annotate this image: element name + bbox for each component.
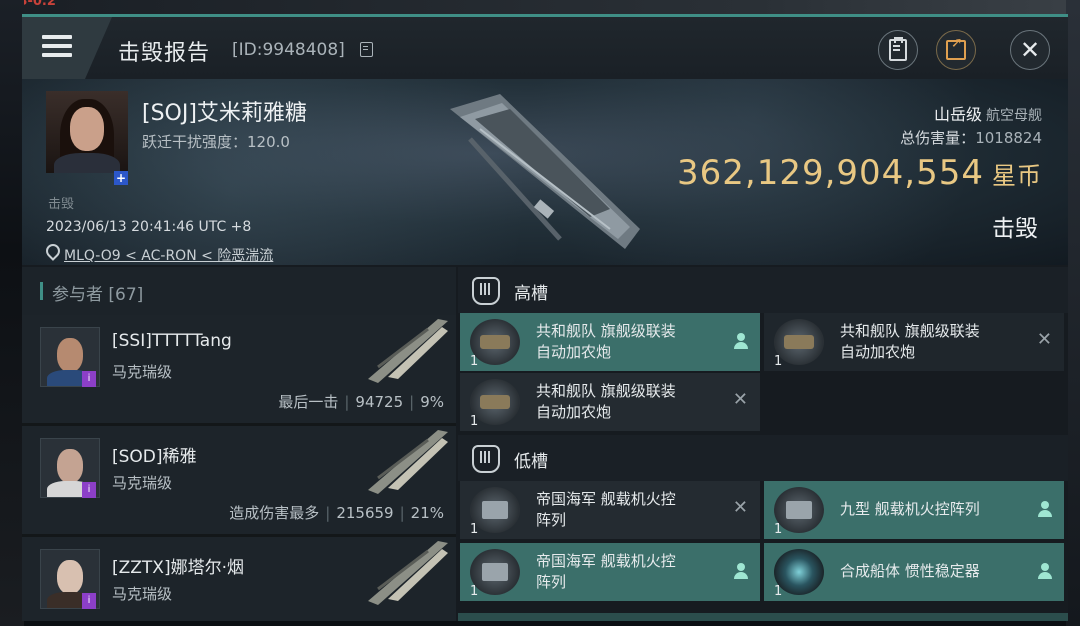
total-damage: 总伤害量：1018824 xyxy=(900,129,1042,147)
kill-datetime: 2023/06/13 20:41:46 UTC +8 xyxy=(46,219,252,235)
module-item[interactable]: 1 帝国海军 舰载机火控 阵列 xyxy=(460,543,760,601)
high-slots-title: 高槽 xyxy=(514,284,548,304)
victim-panel: + [SOJ]艾米莉雅糖 跃迁干扰强度：120.0 击毁 2023/06/13 … xyxy=(22,79,1068,265)
low-slots-title: 低槽 xyxy=(514,452,548,472)
hamburger-menu-icon[interactable] xyxy=(42,35,72,59)
module-name: 九型 舰载机火控阵列 xyxy=(840,500,980,518)
low-slot-icon xyxy=(472,445,500,473)
destroyed-x-icon: ✕ xyxy=(1036,329,1052,350)
victim-name[interactable]: [SOJ]艾米莉雅糖 xyxy=(142,95,307,127)
participant-ship-image xyxy=(368,319,448,383)
module-name: 共和舰队 旗舰级联装 自动加农炮 xyxy=(536,382,676,421)
participant-ship-image xyxy=(368,541,448,605)
module-quantity: 1 xyxy=(470,354,479,369)
module-quantity: 1 xyxy=(774,354,783,369)
destroyed-x-icon: ✕ xyxy=(732,389,748,410)
result-label: 击毁 xyxy=(992,216,1038,242)
plus-icon[interactable]: + xyxy=(114,171,128,185)
window-title: 击毁报告 xyxy=(118,41,211,66)
participant-row[interactable]: i [SSI]TTTTTang 马克瑞级 最后一击 | 94725 | 9% xyxy=(22,315,456,426)
participant-ship: 马克瑞级 xyxy=(112,363,173,381)
participant-name: [SOD]稀雅 xyxy=(112,447,197,467)
module-item[interactable]: 1 共和舰队 旗舰级联装 自动加农炮 ✕ xyxy=(460,373,760,431)
participant-stat: 造成伤害最多 | 215659 | 21% xyxy=(229,504,444,522)
kill-report-window: 击毁报告 [ID:9948408] ✕ + [SOJ]艾米莉雅糖 跃迁干扰强度：… xyxy=(22,14,1068,621)
module-quantity: 1 xyxy=(774,584,783,599)
module-name: 帝国海军 舰载机火控 阵列 xyxy=(536,490,676,529)
background-scene-top: -03-0.2 xyxy=(0,0,1080,14)
low-slots-header: 低槽 xyxy=(458,435,1068,481)
module-quantity: 1 xyxy=(470,584,479,599)
rank-badge-icon: i xyxy=(82,482,96,498)
location-pin-icon xyxy=(43,241,63,261)
share-icon xyxy=(946,35,966,60)
clipboard-icon xyxy=(889,37,907,61)
module-quantity: 1 xyxy=(774,522,783,537)
participants-header: 参与者 [67] xyxy=(22,267,456,315)
copy-id-icon[interactable] xyxy=(360,42,373,57)
dropped-user-icon xyxy=(1038,501,1052,517)
module-quantity: 1 xyxy=(470,414,479,429)
module-item[interactable]: 1 帝国海军 舰载机火控 阵列 ✕ xyxy=(460,481,760,539)
module-name: 合成船体 惯性稳定器 xyxy=(840,562,980,580)
module-item[interactable]: 1 共和舰队 旗舰级联装 自动加农炮 ✕ xyxy=(764,313,1064,371)
participant-ship: 马克瑞级 xyxy=(112,585,173,603)
report-id: [ID:9948408] xyxy=(232,40,345,60)
background-scene-left xyxy=(0,0,24,626)
module-item[interactable]: 1 九型 舰载机火控阵列 xyxy=(764,481,1064,539)
warp-scramble-strength: 跃迁干扰强度：120.0 xyxy=(142,133,290,151)
destroyed-x-icon: ✕ xyxy=(732,497,748,518)
participant-row[interactable]: i [SOD]稀雅 马克瑞级 造成伤害最多 | 215659 | 21% xyxy=(22,426,456,537)
participant-ship: 马克瑞级 xyxy=(112,474,173,492)
module-name: 帝国海军 舰载机火控 阵列 xyxy=(536,552,676,591)
dropped-user-icon xyxy=(1038,563,1052,579)
share-button[interactable] xyxy=(936,30,976,70)
close-icon: ✕ xyxy=(1019,36,1041,64)
module-name: 共和舰队 旗舰级联装 自动加农炮 xyxy=(840,322,980,361)
module-name: 共和舰队 旗舰级联装 自动加农炮 xyxy=(536,322,676,361)
participant-ship-image xyxy=(368,430,448,494)
participant-name: [ZZTX]娜塔尔·烟 xyxy=(112,558,244,578)
participant-name: [SSI]TTTTTang xyxy=(112,331,232,351)
close-button[interactable]: ✕ xyxy=(1010,30,1050,70)
participants-panel: 参与者 [67] i [SSI]TTTTTang 马克瑞级 最后一击 | 94725… xyxy=(22,267,456,621)
kill-location-link[interactable]: MLQ-O9 < AC-RON < 险恶湍流 xyxy=(64,245,273,265)
dropped-user-icon xyxy=(734,563,748,579)
next-row-edge xyxy=(458,613,1068,621)
victim-ship-image xyxy=(450,94,640,249)
victim-status: 击毁 xyxy=(48,197,75,212)
background-scene-right xyxy=(1066,0,1080,626)
high-slot-icon xyxy=(472,277,500,305)
participant-stat: 最后一击 | 94725 | 9% xyxy=(278,393,444,411)
title-bar: 击毁报告 [ID:9948408] ✕ xyxy=(22,17,1068,79)
module-item[interactable]: 1 共和舰队 旗舰级联装 自动加农炮 xyxy=(460,313,760,371)
rank-badge-icon: i xyxy=(82,371,96,387)
module-item[interactable]: 1 合成船体 惯性稳定器 xyxy=(764,543,1064,601)
dropped-user-icon xyxy=(734,333,748,349)
participant-row[interactable]: i [ZZTX]娜塔尔·烟 马克瑞级 xyxy=(22,537,456,621)
clipboard-button[interactable] xyxy=(878,30,918,70)
module-quantity: 1 xyxy=(470,522,479,537)
rank-badge-icon: i xyxy=(82,593,96,609)
fitting-panel: 高槽 1 共和舰队 旗舰级联装 自动加农炮 1 共和舰队 旗舰级联装 自动加农炮 ✕… xyxy=(458,267,1068,621)
victim-ship-class: 山岳级 航空母舰 xyxy=(933,105,1042,124)
victim-portrait[interactable] xyxy=(46,91,128,173)
participants-count: 参与者 [67] xyxy=(52,285,144,305)
isk-loss-value: 362,129,904,554 星币 xyxy=(676,153,1042,193)
high-slots-header: 高槽 xyxy=(458,267,1068,313)
